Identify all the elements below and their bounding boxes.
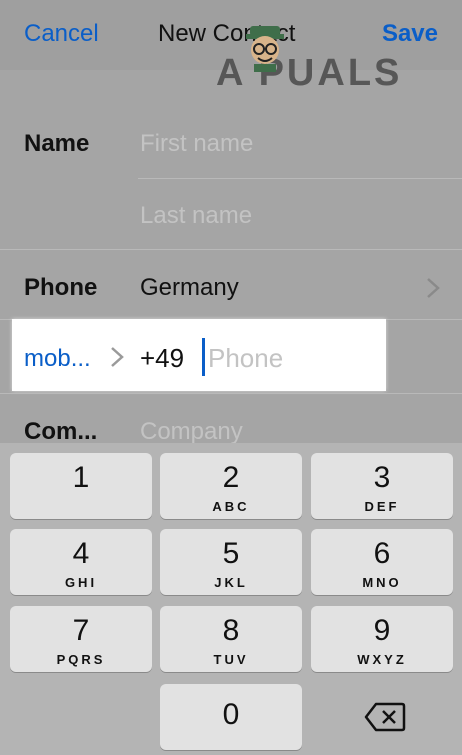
separator bbox=[138, 178, 462, 179]
chevron-right-icon[interactable] bbox=[110, 346, 124, 368]
key-letters: ABC bbox=[212, 499, 250, 514]
key-letters: DEF bbox=[364, 499, 400, 514]
key-number: 6 bbox=[373, 537, 391, 570]
key-letters: PQRS bbox=[56, 652, 106, 667]
key-number: 0 bbox=[222, 698, 240, 731]
key-1[interactable]: 1 bbox=[10, 453, 152, 519]
key-number: 9 bbox=[373, 614, 391, 647]
mascot-icon bbox=[246, 26, 284, 72]
text-cursor bbox=[202, 338, 205, 376]
key-number: 5 bbox=[222, 537, 240, 570]
company-label: Com... bbox=[24, 418, 98, 445]
company-field[interactable]: Company bbox=[140, 418, 243, 446]
key-2[interactable]: 2 ABC bbox=[160, 453, 302, 519]
key-9[interactable]: 9 WXYZ bbox=[311, 606, 453, 672]
last-name-field[interactable]: Last name bbox=[140, 202, 252, 230]
key-number: 1 bbox=[72, 461, 90, 494]
key-number: 4 bbox=[72, 537, 90, 570]
first-name-field[interactable]: First name bbox=[140, 130, 253, 158]
key-letters: MNO bbox=[362, 575, 402, 590]
key-letters: GHI bbox=[64, 575, 98, 590]
save-button[interactable]: Save bbox=[382, 20, 438, 48]
key-5[interactable]: 5 JKL bbox=[160, 529, 302, 595]
name-label: Name bbox=[24, 130, 90, 157]
backspace-icon[interactable] bbox=[364, 702, 406, 732]
key-number: 2 bbox=[222, 461, 240, 494]
key-letters: TUV bbox=[213, 652, 249, 667]
phone-type-selector[interactable]: mob... bbox=[24, 345, 91, 373]
key-6[interactable]: 6 MNO bbox=[311, 529, 453, 595]
key-8[interactable]: 8 TUV bbox=[160, 606, 302, 672]
cancel-button[interactable]: Cancel bbox=[24, 20, 99, 48]
separator bbox=[0, 393, 462, 394]
country-selector[interactable]: Germany bbox=[140, 274, 239, 302]
key-letters: WXYZ bbox=[357, 652, 407, 667]
key-letters: JKL bbox=[214, 575, 248, 590]
key-number: 7 bbox=[72, 614, 90, 647]
key-number: 8 bbox=[222, 614, 240, 647]
separator bbox=[0, 249, 462, 250]
key-3[interactable]: 3 DEF bbox=[311, 453, 453, 519]
screen: Cancel New Contact Save A PUALS Name Fir… bbox=[0, 0, 462, 755]
key-0[interactable]: 0 bbox=[160, 684, 302, 750]
key-7[interactable]: 7 PQRS bbox=[10, 606, 152, 672]
country-code: +49 bbox=[140, 343, 185, 373]
phone-input[interactable]: Phone bbox=[208, 343, 283, 374]
phone-label: Phone bbox=[24, 274, 98, 301]
key-4[interactable]: 4 GHI bbox=[10, 529, 152, 595]
chevron-right-icon[interactable] bbox=[426, 277, 440, 299]
key-number: 3 bbox=[373, 461, 391, 494]
